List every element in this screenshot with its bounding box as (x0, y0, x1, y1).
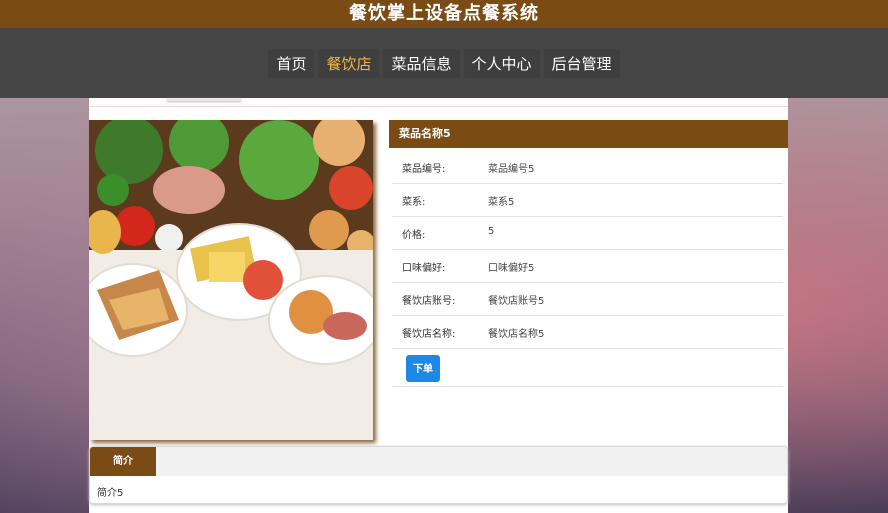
intro-tabbar: 简介 (90, 447, 787, 476)
detail-label: 口味偏好: (402, 263, 446, 274)
detail-value: 餐饮店账号5 (488, 296, 545, 307)
detail-row-restaurant-account: 餐饮店账号: 餐饮店账号5 (392, 282, 783, 316)
detail-label: 菜系: (402, 197, 426, 208)
intro-panel: 简介 简介5 (89, 446, 788, 504)
intro-text: 简介5 (97, 488, 124, 499)
detail-label: 餐饮店账号: (402, 296, 456, 307)
detail-label: 餐饮店名称: (402, 329, 456, 340)
dish-name-header: 菜品名称5 (389, 120, 788, 148)
detail-value: 5 (488, 226, 495, 237)
tab-intro[interactable]: 简介 (90, 447, 156, 476)
detail-row-price: 价格: 5 (392, 216, 783, 250)
nav-item-restaurant[interactable]: 餐饮店 (318, 48, 380, 78)
detail-row-taste: 口味偏好: 口味偏好5 (392, 249, 783, 283)
main-nav: 首页 餐饮店 菜品信息 个人中心 后台管理 (0, 28, 888, 98)
detail-row-dish-code: 菜品编号: 菜品编号5 (392, 150, 783, 184)
app-title: 餐饮掌上设备点餐系统 (349, 3, 539, 24)
detail-row-cuisine: 菜系: 菜系5 (392, 183, 783, 217)
dish-photo (89, 120, 373, 440)
detail-label: 菜品编号: (402, 164, 446, 175)
detail-value: 菜系5 (488, 197, 515, 208)
order-button[interactable]: 下单 (406, 355, 440, 382)
order-row: 下单 (392, 348, 783, 387)
nav-item-home[interactable]: 首页 (268, 48, 315, 78)
detail-row-restaurant-name: 餐饮店名称: 餐饮店名称5 (392, 315, 783, 349)
detail-value: 菜品编号5 (488, 164, 535, 175)
food-platter-image (89, 120, 373, 440)
nav-item-dishes[interactable]: 菜品信息 (383, 48, 460, 78)
nav-item-profile[interactable]: 个人中心 (463, 48, 540, 78)
detail-value: 餐饮店名称5 (488, 329, 545, 340)
top-divider (89, 98, 788, 107)
content-area: 菜品名称5 菜品编号: 菜品编号5 菜系: 菜系5 价格: 5 口味偏好: 口味… (89, 98, 788, 513)
detail-label: 价格: (402, 230, 426, 241)
app-header: 餐饮掌上设备点餐系统 (0, 0, 888, 28)
detail-value: 口味偏好5 (488, 263, 535, 274)
collapsed-tab (167, 98, 241, 101)
nav-item-admin[interactable]: 后台管理 (543, 48, 620, 78)
